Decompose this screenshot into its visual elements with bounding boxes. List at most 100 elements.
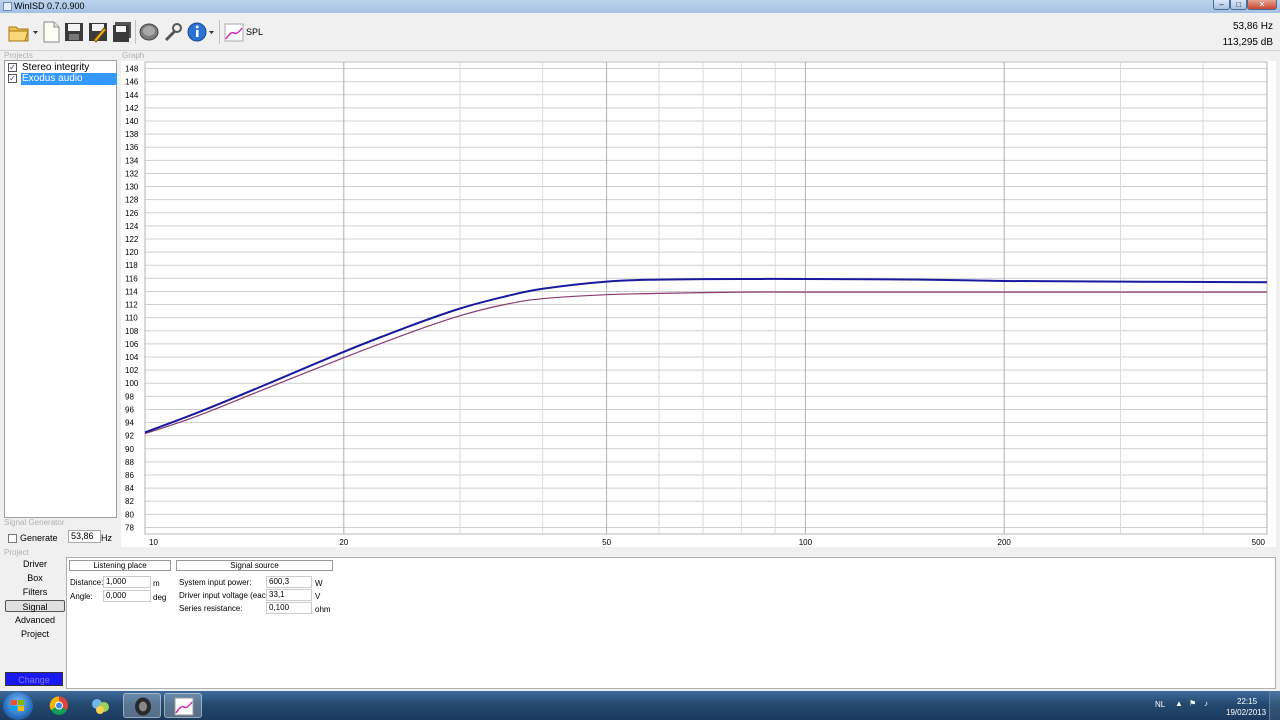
generator-frequency-input[interactable]: 53,86 xyxy=(68,530,101,543)
show-hidden-icons-icon[interactable]: ▲ xyxy=(1175,699,1183,708)
minimize-button[interactable]: – xyxy=(1213,0,1230,10)
start-button[interactable] xyxy=(3,692,33,720)
x-tick-label: 200 xyxy=(998,538,1012,547)
spl-label[interactable]: SPL xyxy=(246,27,263,37)
clock-date[interactable]: 19/02/2013 xyxy=(1226,708,1266,717)
y-tick-label: 112 xyxy=(125,301,138,310)
distance-label: Distance: xyxy=(70,578,104,587)
chevron-down-icon[interactable] xyxy=(209,21,215,43)
x-tick-label: 20 xyxy=(339,538,348,547)
tab-listening-place[interactable]: Listening place xyxy=(69,560,171,571)
angle-input[interactable]: 0,000 xyxy=(103,590,151,602)
nav-box[interactable]: Box xyxy=(5,572,65,584)
y-tick-label: 78 xyxy=(125,523,134,532)
spl-chart[interactable]: 78 80 82 84 86 88 90 92 94 96 98 100 102 104 106 108 110… xyxy=(121,61,1276,547)
y-tick-label: 140 xyxy=(125,117,139,126)
project-item[interactable]: ✓ Exodus audio xyxy=(7,73,117,85)
graph-section-label: Graph xyxy=(122,51,145,60)
y-tick-label: 142 xyxy=(125,104,139,113)
resistance-unit: ohm xyxy=(315,605,331,614)
new-document-icon[interactable] xyxy=(41,21,61,43)
x-tick-label: 100 xyxy=(799,538,813,547)
info-icon[interactable] xyxy=(187,21,207,43)
windows-logo-icon xyxy=(11,700,24,711)
clock-time[interactable]: 22:15 xyxy=(1237,697,1257,706)
y-tick-label: 148 xyxy=(125,65,139,74)
project-name: Exodus audio xyxy=(21,73,117,85)
projects-list[interactable]: ✓ Stereo integrity ✓ Exodus audio xyxy=(4,60,117,518)
plot-area xyxy=(144,61,1268,535)
app-icon xyxy=(3,2,12,11)
spl-graph[interactable]: 78 80 82 84 86 88 90 92 94 96 98 100 102 104 106 108 110… xyxy=(121,61,1276,547)
winisd-graph-task-icon[interactable] xyxy=(164,693,202,718)
language-indicator[interactable]: NL xyxy=(1155,700,1165,709)
spl-graph-icon[interactable] xyxy=(224,21,244,43)
power-input[interactable]: 600,3 xyxy=(266,576,312,588)
project-section-label: Project xyxy=(4,548,29,557)
chrome-task-icon[interactable] xyxy=(40,693,78,718)
nav-signal[interactable]: Signal xyxy=(5,600,65,612)
save-all-icon[interactable] xyxy=(112,21,132,43)
y-tick-label: 124 xyxy=(125,222,139,231)
project-checkbox[interactable]: ✓ xyxy=(8,63,17,72)
voltage-unit: V xyxy=(315,592,321,601)
nav-project[interactable]: Project xyxy=(5,628,65,640)
resistance-label: Series resistance: xyxy=(179,604,243,613)
generate-checkbox[interactable] xyxy=(8,534,17,543)
explorer-task-icon[interactable] xyxy=(82,693,120,718)
window-title: WinISD 0.7.0.900 xyxy=(14,1,85,11)
y-tick-label: 106 xyxy=(125,340,139,349)
generator-unit: Hz xyxy=(101,533,112,543)
nav-filters[interactable]: Filters xyxy=(5,586,65,598)
level-readout: 113,295 dB xyxy=(1222,37,1273,48)
volume-icon[interactable]: ♪ xyxy=(1204,699,1208,708)
project-checkbox[interactable]: ✓ xyxy=(8,74,17,83)
title-bar: WinISD 0.7.0.900 – □ ✕ xyxy=(0,0,1280,13)
x-tick-label: 10 xyxy=(149,538,158,547)
resistance-input[interactable]: 0,100 xyxy=(266,602,312,614)
tab-signal-source[interactable]: Signal source xyxy=(176,560,333,571)
close-button[interactable]: ✕ xyxy=(1247,0,1277,10)
change-button[interactable]: Change xyxy=(5,672,63,686)
winisd-task-icon[interactable] xyxy=(123,693,161,718)
driver-icon[interactable] xyxy=(139,21,159,43)
signal-panel: Listening place Signal source Distance: … xyxy=(66,557,1276,689)
y-tick-label: 102 xyxy=(125,366,139,375)
y-tick-label: 144 xyxy=(125,91,139,100)
chevron-down-icon[interactable] xyxy=(33,21,39,43)
y-tick-label: 80 xyxy=(125,510,134,519)
y-tick-label: 90 xyxy=(125,445,134,454)
show-desktop-button[interactable] xyxy=(1269,691,1280,720)
x-tick-label: 500 xyxy=(1252,538,1266,547)
generate-label: Generate xyxy=(20,533,58,543)
action-center-icon[interactable]: ⚑ xyxy=(1189,699,1196,708)
save-icon[interactable] xyxy=(64,21,84,43)
nav-advanced[interactable]: Advanced xyxy=(5,614,65,626)
taskbar: NL ▲ ⚑ ♪ 22:15 19/02/2013 xyxy=(0,691,1280,720)
maximize-button[interactable]: □ xyxy=(1230,0,1247,10)
y-tick-label: 96 xyxy=(125,405,134,414)
toolbar-separator xyxy=(219,20,220,44)
y-tick-label: 122 xyxy=(125,235,139,244)
voltage-label: Driver input voltage (each): xyxy=(179,591,276,600)
voltage-input[interactable]: 33,1 xyxy=(266,589,312,601)
wrench-icon[interactable] xyxy=(163,21,183,43)
open-folder-icon[interactable] xyxy=(8,21,32,43)
distance-input[interactable]: 1,000 xyxy=(103,576,151,588)
y-tick-label: 134 xyxy=(125,156,139,165)
y-tick-label: 136 xyxy=(125,143,139,152)
y-tick-label: 94 xyxy=(125,419,134,428)
frequency-readout: 53,86 Hz xyxy=(1232,21,1273,32)
y-tick-label: 130 xyxy=(125,183,139,192)
angle-unit: deg xyxy=(153,593,167,602)
save-as-icon[interactable] xyxy=(88,21,108,43)
y-tick-label: 118 xyxy=(125,261,138,270)
power-unit: W xyxy=(315,579,323,588)
y-tick-label: 110 xyxy=(125,314,138,323)
y-tick-label: 108 xyxy=(125,327,139,336)
projects-section-label: Projects xyxy=(4,51,33,60)
x-tick-label: 50 xyxy=(602,538,611,547)
y-tick-label: 92 xyxy=(125,432,134,441)
toolbar: SPL 53,86 Hz 113,295 dB xyxy=(0,13,1280,51)
nav-driver[interactable]: Driver xyxy=(5,558,65,570)
